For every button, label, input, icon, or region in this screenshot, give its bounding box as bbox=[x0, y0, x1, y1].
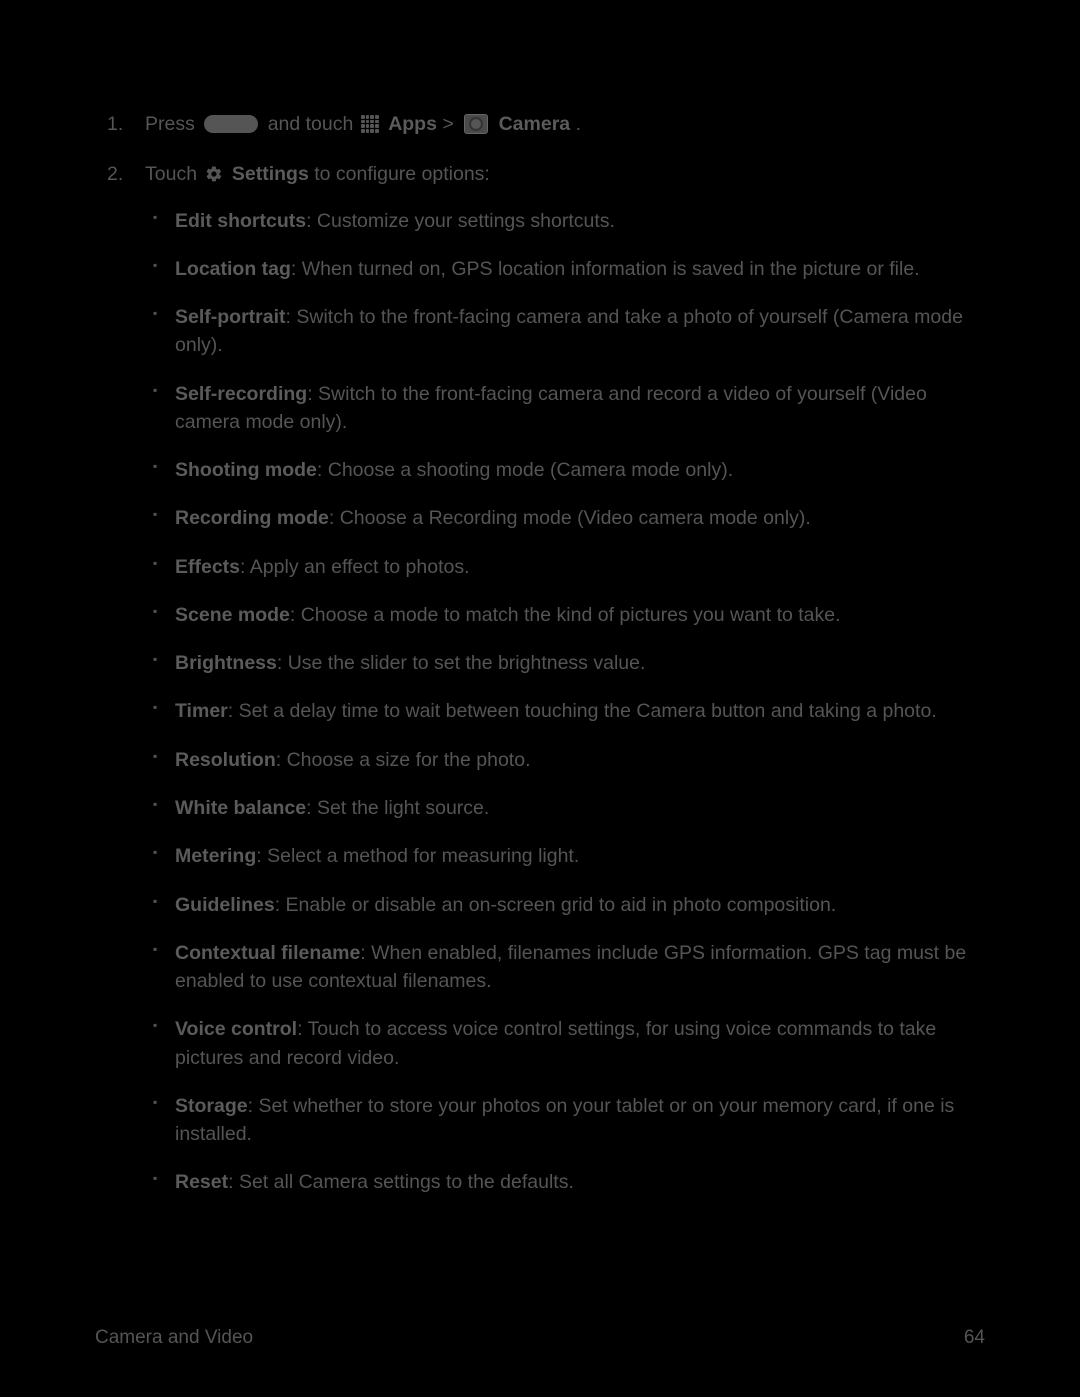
option-name: Brightness bbox=[175, 652, 277, 674]
settings-option-item: Self-portrait: Switch to the front-facin… bbox=[175, 303, 985, 360]
settings-option-item: Effects: Apply an effect to photos. bbox=[175, 553, 985, 581]
option-name: Voice control bbox=[175, 1018, 297, 1040]
settings-option-item: Metering: Select a method for measuring … bbox=[175, 842, 985, 870]
step1-text1: Press bbox=[145, 113, 200, 135]
option-name: Reset bbox=[175, 1171, 228, 1193]
step1-gt: > bbox=[442, 113, 459, 135]
settings-options-list: Edit shortcuts: Customize your settings … bbox=[145, 207, 985, 1197]
apps-label: Apps bbox=[388, 113, 437, 135]
settings-option-item: Self-recording: Switch to the front-faci… bbox=[175, 380, 985, 437]
option-name: Shooting mode bbox=[175, 459, 317, 481]
option-description: : Choose a size for the photo. bbox=[276, 749, 531, 771]
option-name: Metering bbox=[175, 845, 256, 867]
document-page: Press and touch Apps > Camera . Touch Se… bbox=[0, 0, 1080, 1397]
option-description: : Choose a shooting mode (Camera mode on… bbox=[317, 459, 733, 481]
footer-section-title: Camera and Video bbox=[95, 1324, 253, 1352]
option-name: White balance bbox=[175, 797, 306, 819]
option-description: : Apply an effect to photos. bbox=[240, 556, 469, 578]
option-name: Contextual filename bbox=[175, 942, 360, 964]
option-description: : Set the light source. bbox=[306, 797, 489, 819]
home-button-icon bbox=[204, 115, 258, 133]
settings-option-item: Recording mode: Choose a Recording mode … bbox=[175, 504, 985, 532]
settings-option-item: Resolution: Choose a size for the photo. bbox=[175, 746, 985, 774]
settings-option-item: Voice control: Touch to access voice con… bbox=[175, 1015, 985, 1072]
option-name: Guidelines bbox=[175, 894, 275, 916]
settings-option-item: Timer: Set a delay time to wait between … bbox=[175, 697, 985, 725]
apps-grid-icon bbox=[361, 115, 379, 133]
settings-label: Settings bbox=[232, 163, 309, 185]
settings-option-item: Guidelines: Enable or disable an on-scre… bbox=[175, 891, 985, 919]
option-name: Self-portrait bbox=[175, 306, 286, 328]
ordered-steps: Press and touch Apps > Camera . Touch Se… bbox=[95, 110, 985, 1197]
option-name: Resolution bbox=[175, 749, 276, 771]
option-description: : Switch to the front-facing camera and … bbox=[175, 306, 963, 356]
option-name: Effects bbox=[175, 556, 240, 578]
camera-app-icon bbox=[464, 114, 488, 134]
settings-option-item: Edit shortcuts: Customize your settings … bbox=[175, 207, 985, 235]
option-name: Scene mode bbox=[175, 604, 290, 626]
step1-text2: and touch bbox=[268, 113, 359, 135]
settings-option-item: White balance: Set the light source. bbox=[175, 794, 985, 822]
step2-text2: to configure options: bbox=[314, 163, 490, 185]
option-description: : Set a delay time to wait between touch… bbox=[228, 700, 937, 722]
option-description: : Use the slider to set the brightness v… bbox=[277, 652, 646, 674]
settings-option-item: Storage: Set whether to store your photo… bbox=[175, 1092, 985, 1149]
step1-end: . bbox=[576, 113, 581, 135]
option-description: : Set whether to store your photos on yo… bbox=[175, 1095, 954, 1145]
option-name: Timer bbox=[175, 700, 228, 722]
footer-page-number: 64 bbox=[964, 1324, 985, 1352]
settings-option-item: Contextual filename: When enabled, filen… bbox=[175, 939, 985, 996]
option-description: : When turned on, GPS location informati… bbox=[291, 258, 920, 280]
step-1: Press and touch Apps > Camera . bbox=[145, 110, 985, 138]
page-footer: Camera and Video 64 bbox=[95, 1324, 985, 1352]
settings-option-item: Shooting mode: Choose a shooting mode (C… bbox=[175, 456, 985, 484]
settings-option-item: Scene mode: Choose a mode to match the k… bbox=[175, 601, 985, 629]
step-2: Touch Settings to configure options: Edi… bbox=[145, 160, 985, 1196]
settings-option-item: Reset: Set all Camera settings to the de… bbox=[175, 1168, 985, 1196]
option-description: : Choose a Recording mode (Video camera … bbox=[329, 507, 811, 529]
option-description: : Select a method for measuring light. bbox=[256, 845, 579, 867]
option-description: : Enable or disable an on-screen grid to… bbox=[275, 894, 837, 916]
option-name: Self-recording bbox=[175, 383, 307, 405]
option-description: : Set all Camera settings to the default… bbox=[228, 1171, 574, 1193]
settings-option-item: Location tag: When turned on, GPS locati… bbox=[175, 255, 985, 283]
option-name: Edit shortcuts bbox=[175, 210, 306, 232]
option-name: Recording mode bbox=[175, 507, 329, 529]
step2-text1: Touch bbox=[145, 163, 202, 185]
settings-gear-icon bbox=[205, 165, 223, 183]
option-description: : Choose a mode to match the kind of pic… bbox=[290, 604, 841, 626]
option-name: Location tag bbox=[175, 258, 291, 280]
option-description: : Customize your settings shortcuts. bbox=[306, 210, 615, 232]
option-name: Storage bbox=[175, 1095, 248, 1117]
camera-label: Camera bbox=[499, 113, 571, 135]
settings-option-item: Brightness: Use the slider to set the br… bbox=[175, 649, 985, 677]
